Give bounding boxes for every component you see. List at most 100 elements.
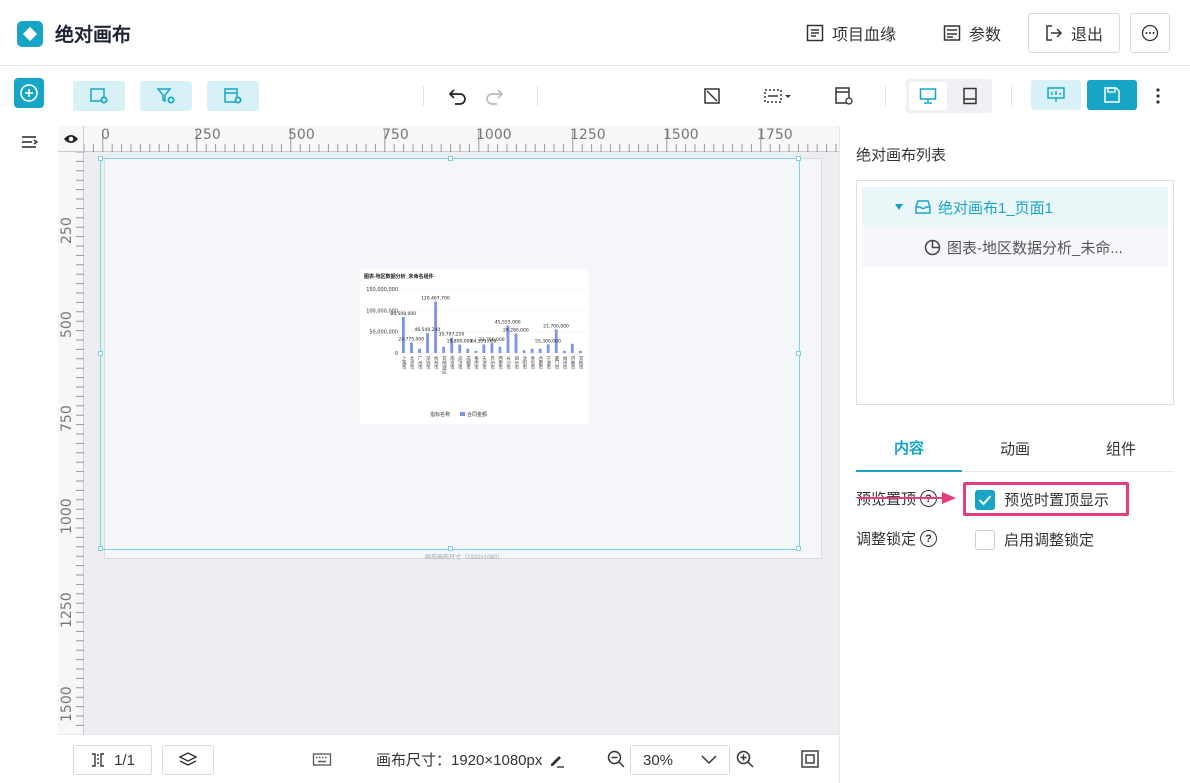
- chart-bar: [402, 316, 405, 353]
- clear-format-button[interactable]: [700, 84, 724, 108]
- chart-xtick-label: 武汉市: [457, 355, 462, 371]
- resize-handle[interactable]: [796, 351, 801, 356]
- keyboard-icon[interactable]: [312, 751, 332, 769]
- canvas-list-title: 绝对画布列表: [856, 147, 947, 164]
- zoom-out-icon[interactable]: [606, 749, 626, 769]
- outline-toggle-icon[interactable]: [19, 132, 39, 152]
- preview-button[interactable]: [1031, 80, 1081, 110]
- fit-screen-icon[interactable]: [800, 749, 820, 769]
- tree-item-chart[interactable]: 图表-地区数据分析_未命...: [862, 227, 1168, 267]
- device-toggle: [906, 79, 992, 113]
- resize-handle[interactable]: [98, 156, 103, 161]
- zoom-in-icon[interactable]: [735, 749, 755, 769]
- chart-bar: [458, 344, 462, 353]
- tree-item-page[interactable]: 绝对画布1_页面1: [862, 187, 1168, 227]
- desktop-icon: [919, 88, 937, 104]
- ruler-visibility-toggle[interactable]: [58, 126, 84, 152]
- resize-handle[interactable]: [448, 546, 453, 551]
- mobile-view-button[interactable]: [951, 82, 989, 110]
- chart-xtick-label: 福州市: [562, 355, 567, 371]
- exit-label: 退出: [1070, 27, 1103, 44]
- chart-xtick-label: 深圳市: [425, 355, 430, 371]
- chart-data-label: 45,555,000: [495, 319, 521, 325]
- layers-button[interactable]: [162, 745, 214, 775]
- table-add-icon: [224, 88, 242, 104]
- resize-handle[interactable]: [98, 546, 103, 551]
- chart-xtick-label: 北京市: [409, 355, 414, 371]
- save-icon: [1104, 87, 1120, 103]
- ruler-mark: 1250: [570, 127, 606, 143]
- params-button[interactable]: 参数: [943, 21, 1001, 45]
- image-add-icon: [90, 88, 108, 104]
- resize-handle[interactable]: [796, 156, 801, 161]
- layers-icon: [178, 752, 198, 766]
- chart-bar: [410, 342, 413, 353]
- distribute-dropdown[interactable]: [760, 84, 794, 108]
- chart-ytick-label: 0: [395, 351, 398, 357]
- caret-down-icon[interactable]: [894, 203, 904, 211]
- chart-data-label: 21,700,000: [543, 323, 569, 329]
- add-image-button[interactable]: [73, 81, 125, 111]
- chart-data-label: 24,775,000: [398, 336, 424, 342]
- undo-icon: [448, 89, 466, 105]
- page-settings-button[interactable]: [832, 84, 856, 108]
- more-options-button[interactable]: [1130, 13, 1170, 53]
- page-navigator-button[interactable]: 1/1: [73, 745, 152, 775]
- undo-button[interactable]: [446, 84, 470, 108]
- tab-component[interactable]: 组件: [1068, 424, 1174, 472]
- page-count: 1/1: [114, 751, 135, 769]
- ruler-mark: 250: [194, 127, 221, 143]
- chart-xtick-label: 青岛市: [530, 355, 535, 371]
- redo-icon: [486, 89, 504, 105]
- bottom-bar: 1/1 画布尺寸：1920×1080px 30%: [58, 734, 839, 783]
- vertical-ruler: 250 500 750 1000 1250 1500: [58, 152, 84, 734]
- horizontal-ruler-ticks: [83, 130, 837, 152]
- help-icon[interactable]: ?: [920, 530, 938, 547]
- chart-xtick-label: 济南市: [570, 355, 575, 371]
- ruler-mark: 1000: [476, 127, 512, 143]
- lineage-icon: [806, 24, 824, 42]
- desktop-view-button[interactable]: [909, 82, 947, 110]
- chart-xtick-label: 宁波市: [546, 355, 551, 371]
- resize-handle[interactable]: [98, 351, 103, 356]
- canvas-area[interactable]: 0 250 500 750 1000 1250 1500 1750 250 50…: [58, 126, 839, 734]
- distribute-horizontal-icon: [764, 89, 791, 103]
- property-tabs: 内容 动画 组件: [856, 424, 1174, 472]
- toolbar-divider: [423, 86, 424, 106]
- save-button[interactable]: [1087, 80, 1137, 110]
- add-component-button[interactable]: [14, 78, 44, 108]
- chart-bar: [546, 344, 550, 353]
- resize-handle[interactable]: [796, 546, 801, 551]
- resize-handle[interactable]: [448, 156, 453, 161]
- ruler-mark: 0: [101, 127, 110, 143]
- tab-animation[interactable]: 动画: [962, 424, 1068, 472]
- chart-widget[interactable]: 图表-地区数据分析_未命名组件 150,000,000 100,000,000 50…: [360, 269, 589, 424]
- app-logo-icon: [17, 21, 43, 47]
- lock-checkbox-label: 启用调整锁定: [1004, 532, 1095, 549]
- plus-circle-icon: [20, 84, 38, 102]
- annotation-arrow: [858, 492, 956, 504]
- chart-data-label: 20,280,000: [503, 328, 529, 334]
- redo-button[interactable]: [482, 84, 506, 108]
- ruler-mark: 1750: [757, 127, 793, 143]
- chart-xtick-label: 广州市: [417, 355, 422, 371]
- toolbar-more-button[interactable]: [1150, 84, 1166, 108]
- tab-content[interactable]: 内容: [856, 424, 962, 472]
- lineage-label: 项目血缘: [832, 27, 897, 44]
- lock-checkbox[interactable]: [975, 529, 995, 550]
- chart-xtick-label: 重庆市: [474, 355, 479, 371]
- page-gear-icon: [835, 87, 853, 105]
- lineage-button[interactable]: 项目血缘: [806, 21, 896, 45]
- page-split-icon: [92, 753, 105, 767]
- lock-checkbox-row[interactable]: 启用调整锁定: [975, 529, 1094, 550]
- chart-xtick-label: 长沙市: [506, 355, 511, 371]
- add-table-button[interactable]: [207, 81, 259, 111]
- add-filter-button[interactable]: [140, 81, 192, 111]
- zoom-value: 30%: [643, 751, 674, 769]
- exit-button[interactable]: 退出: [1028, 13, 1120, 53]
- chart-legend-label: 合同金额: [467, 411, 487, 418]
- lock-label: 调整锁定: [856, 531, 917, 548]
- zoom-select[interactable]: 30%: [630, 745, 730, 775]
- chart-data-label: 23,750,000: [479, 337, 505, 343]
- edit-icon[interactable]: [548, 751, 566, 769]
